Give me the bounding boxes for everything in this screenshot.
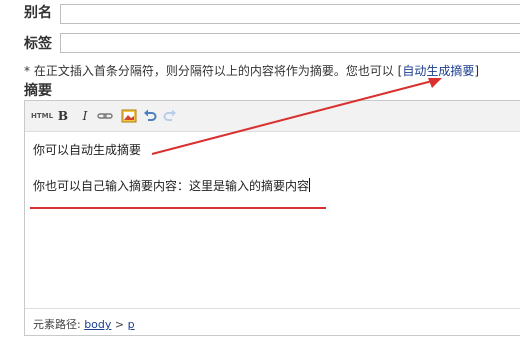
annotation-arrow-head <box>428 78 442 88</box>
tags-input[interactable] <box>60 33 520 53</box>
auto-generate-summary-link[interactable]: 自动生成摘要 <box>402 64 474 78</box>
alias-input[interactable] <box>60 4 520 24</box>
summary-editor[interactable]: HTML B I 你可以自动生成摘要 你也可以自己输入摘要内容：这里是输入的摘要… <box>24 100 520 336</box>
italic-button[interactable]: I <box>79 108 91 124</box>
bold-button[interactable]: B <box>57 108 69 124</box>
content-line-2-text: 你也可以自己输入摘要内容：这里是输入的摘要内容 <box>33 179 310 193</box>
hint-link-close: ] <box>474 64 480 78</box>
link-icon <box>97 113 113 119</box>
image-icon <box>121 109 137 123</box>
undo-button[interactable] <box>143 108 157 124</box>
editor-toolbar: HTML B I <box>25 101 520 132</box>
tags-label: 标签 <box>24 36 52 52</box>
element-path-body-link[interactable]: body <box>84 318 111 331</box>
element-path-separator: > <box>111 318 128 331</box>
summary-hint: * 在正文插入首条分隔符，则分隔符以上的内容将作为摘要。您也可以 [自动生成摘要… <box>24 62 479 79</box>
undo-icon <box>144 109 157 121</box>
redo-icon <box>163 109 176 121</box>
hint-text: * 在正文插入首条分隔符，则分隔符以上的内容将作为摘要。您也可以 <box>24 64 398 78</box>
html-source-button[interactable]: HTML <box>31 108 53 124</box>
content-line-1: 你可以自动生成摘要 <box>33 143 142 157</box>
redo-button[interactable] <box>163 108 177 124</box>
insert-image-button[interactable] <box>121 108 137 124</box>
link-button[interactable] <box>97 108 113 124</box>
alias-label: 别名 <box>24 5 52 21</box>
content-line-2: 你也可以自己输入摘要内容：这里是输入的摘要内容 <box>33 177 311 194</box>
element-path-p-link[interactable]: p <box>128 318 135 331</box>
text-caret <box>309 178 311 192</box>
element-path-prefix: 元素路径: <box>33 318 85 331</box>
summary-label: 摘要 <box>24 83 52 99</box>
editor-content[interactable]: 你可以自动生成摘要 你也可以自己输入摘要内容：这里是输入的摘要内容 <box>33 141 311 194</box>
element-path-bar: 元素路径: body > p <box>25 308 520 335</box>
